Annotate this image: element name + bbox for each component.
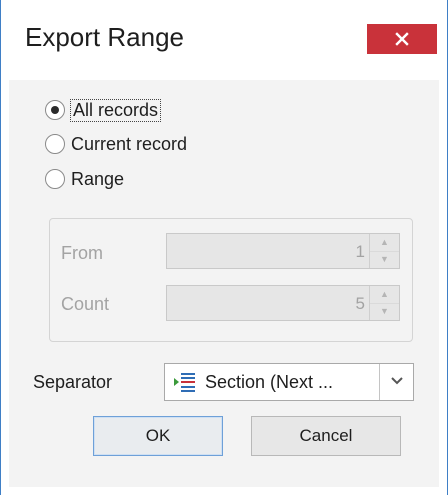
spin-down-icon[interactable]: ▼ xyxy=(370,302,399,321)
close-button[interactable] xyxy=(367,24,437,54)
radio-button[interactable] xyxy=(45,134,65,154)
from-spin-buttons: ▲ ▼ xyxy=(369,234,399,268)
from-spin-editor[interactable]: 1 ▲ ▼ xyxy=(166,233,400,269)
radio-all-records[interactable]: All records xyxy=(45,98,162,122)
section-break-icon xyxy=(173,372,197,399)
radio-range[interactable]: Range xyxy=(45,167,124,191)
dialog-title: Export Range xyxy=(25,22,184,52)
radio-label: Range xyxy=(71,168,125,189)
title-bar[interactable]: Export Range xyxy=(1,0,447,80)
from-value: 1 xyxy=(355,242,365,261)
count-spin-editor[interactable]: 5 ▲ ▼ xyxy=(166,285,400,321)
cancel-button[interactable]: Cancel xyxy=(251,416,401,456)
spin-up-icon[interactable]: ▲ xyxy=(370,234,399,251)
chevron-down-icon xyxy=(390,373,404,391)
count-label: Count xyxy=(61,294,110,314)
count-spin-buttons: ▲ ▼ xyxy=(369,286,399,320)
radio-current-record[interactable]: Current record xyxy=(45,132,187,156)
radio-label: Current record xyxy=(71,133,188,154)
separator-label: Separator xyxy=(33,372,113,392)
count-value: 5 xyxy=(355,294,365,313)
radio-label: All records xyxy=(69,98,162,122)
ok-button[interactable]: OK xyxy=(93,416,223,456)
spin-down-icon[interactable]: ▼ xyxy=(370,250,399,269)
dropdown-button[interactable] xyxy=(379,364,413,400)
radio-button[interactable] xyxy=(45,100,65,120)
radio-button[interactable] xyxy=(45,169,65,189)
close-icon xyxy=(395,32,409,46)
from-label: From xyxy=(61,243,103,263)
export-range-dialog: Export Range All records Current record … xyxy=(0,0,448,495)
spin-up-icon[interactable]: ▲ xyxy=(370,286,399,303)
separator-value: Section (Next ... xyxy=(205,372,334,392)
separator-combo[interactable]: Section (Next ... xyxy=(164,363,414,401)
